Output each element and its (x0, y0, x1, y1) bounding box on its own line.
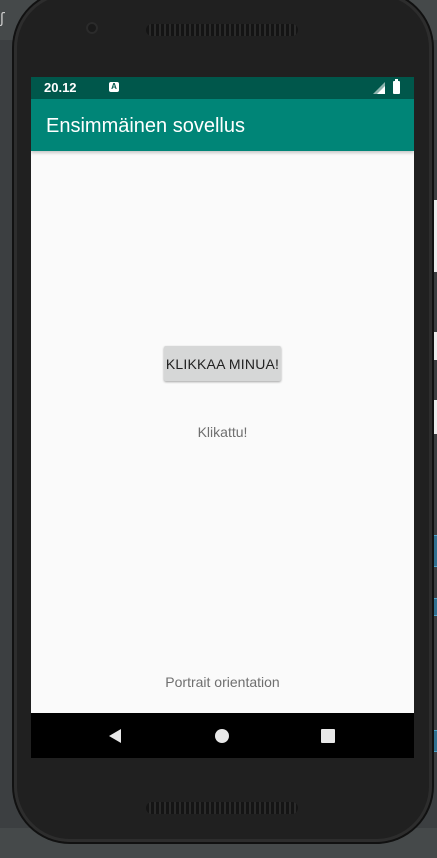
home-circle-icon[interactable] (210, 724, 234, 748)
recents-square-icon[interactable] (316, 724, 340, 748)
bottom-speaker-grille (146, 802, 298, 814)
top-speaker-grille (146, 24, 298, 36)
ide-tool-icon[interactable]: ʃ (0, 10, 16, 28)
back-triangle-icon[interactable] (103, 724, 127, 748)
status-time: 20.12 (44, 80, 77, 95)
app-bar: Ensimmäinen sovellus (31, 99, 414, 151)
navigation-bar (31, 713, 414, 758)
battery-icon (393, 79, 400, 94)
signal-icon (373, 82, 385, 94)
front-camera (86, 22, 98, 34)
orientation-label: Portrait orientation (165, 674, 280, 690)
device-screen: 20.12 A Ensimmäinen sovellus KLIKKAA MIN… (31, 77, 414, 758)
status-bar: 20.12 A (31, 77, 414, 99)
app-title: Ensimmäinen sovellus (46, 115, 245, 137)
click-me-button[interactable]: KLIKKAA MINUA! (164, 346, 281, 381)
clicked-status-text: Klikattu! (197, 424, 248, 440)
notification-icon: A (109, 82, 119, 92)
